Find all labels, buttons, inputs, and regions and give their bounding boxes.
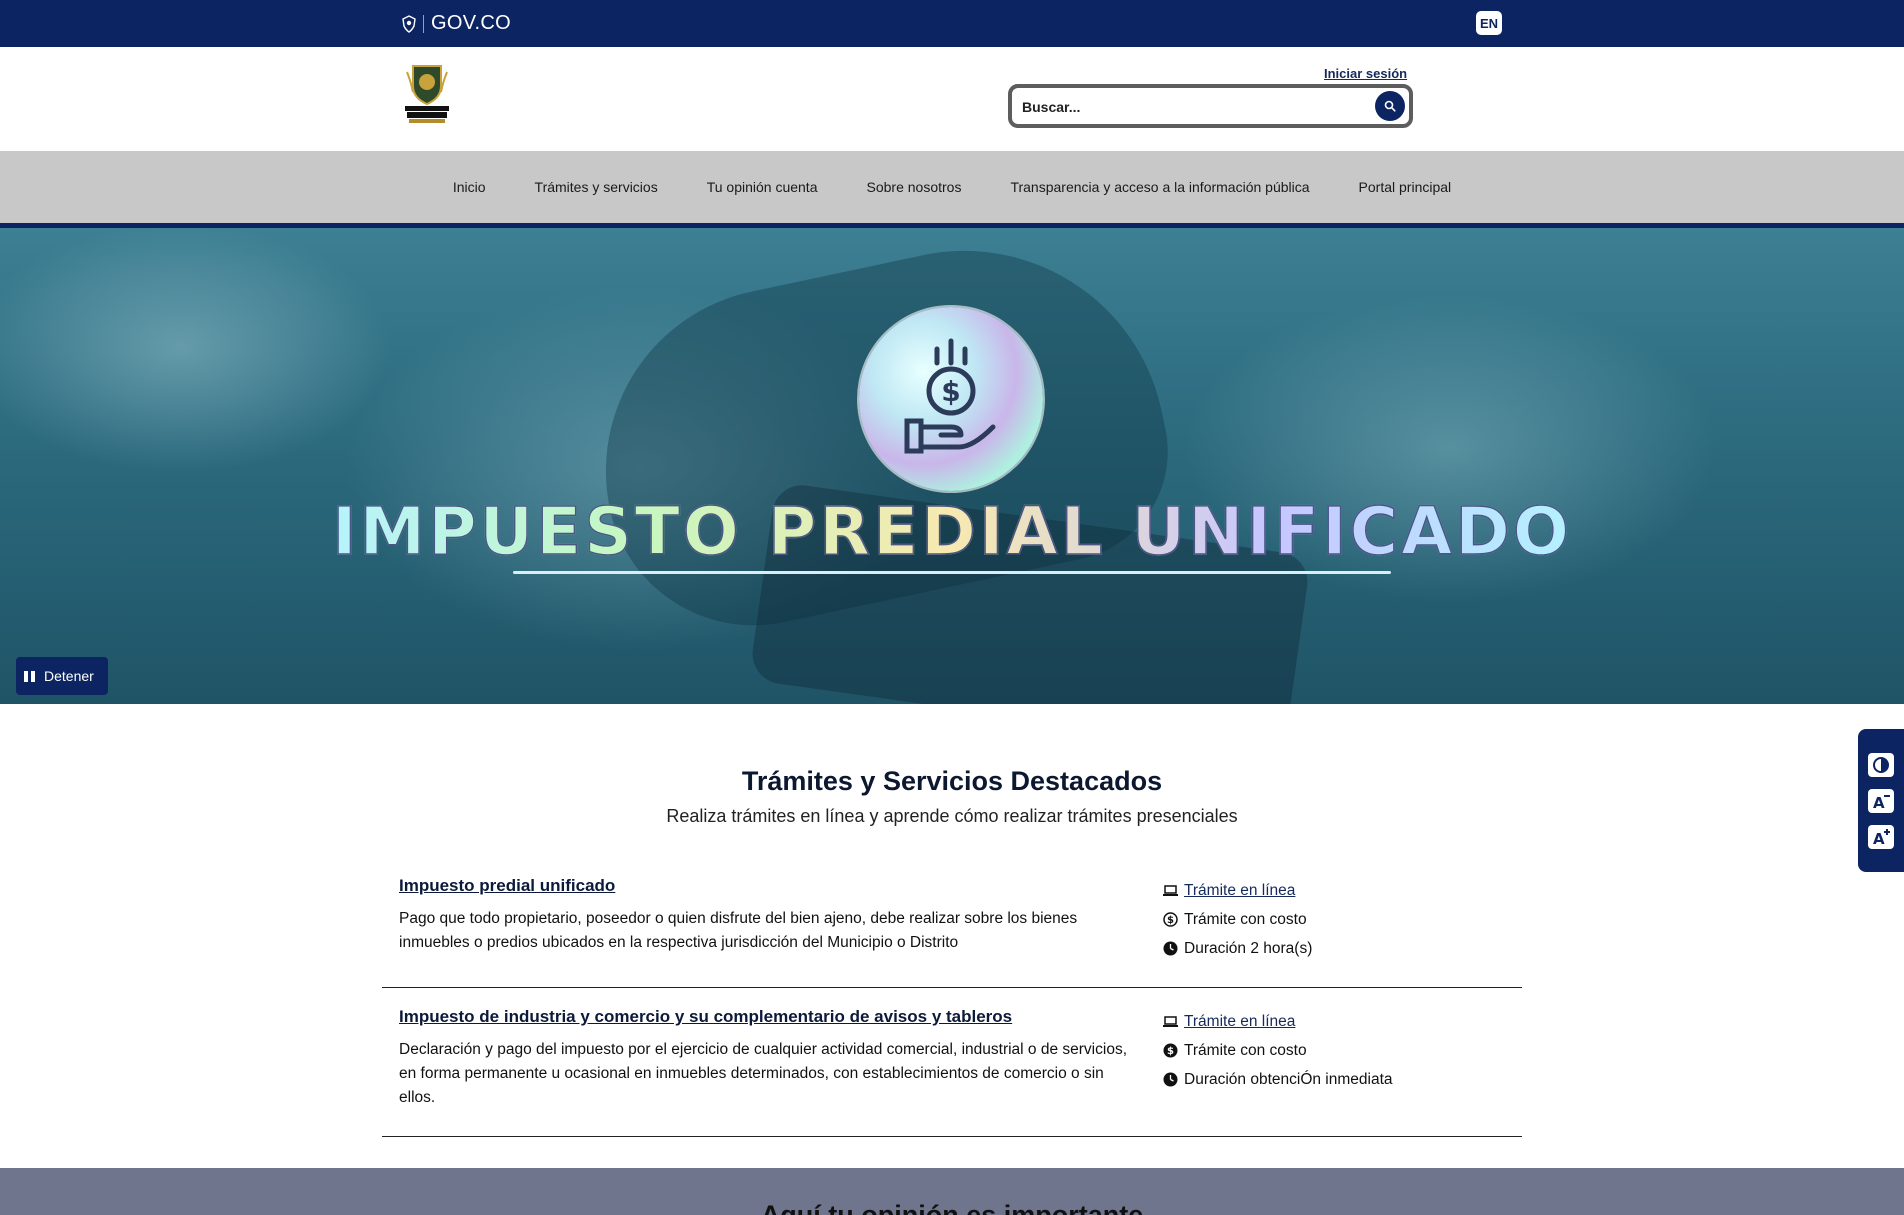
procedure-mode: Trámite en línea xyxy=(1163,1007,1503,1036)
nav-list: Inicio Trámites y servicios Tu opinión c… xyxy=(0,151,1904,223)
cost-label: Trámite con costo xyxy=(1184,1041,1307,1059)
hero-title: IMPUESTO PREDIAL UNIFICADO xyxy=(0,492,1904,571)
procedure-mode: Trámite en línea xyxy=(1163,876,1503,905)
hero-underline xyxy=(513,571,1391,574)
nav-item-transparencia[interactable]: Transparencia y acceso a la información … xyxy=(986,179,1334,195)
procedure-cost: $ Trámite con costo xyxy=(1163,1036,1503,1065)
main-navigation: Inicio Trámites y servicios Tu opinión c… xyxy=(0,151,1904,228)
nav-item-sobre-nosotros[interactable]: Sobre nosotros xyxy=(842,179,986,195)
municipality-crest-logo[interactable] xyxy=(403,62,451,124)
font-increase-icon: A xyxy=(1871,828,1891,846)
procedure-meta: Trámite en línea $ Trámite con costo Dur… xyxy=(1163,876,1503,963)
gov-brand-text: GOV.CO xyxy=(431,12,511,34)
cost-label: Trámite con costo xyxy=(1184,910,1307,928)
money-hand-icon: $ xyxy=(859,307,1043,491)
procedure-title-link[interactable]: Impuesto predial unificado xyxy=(399,876,615,896)
featured-title: Trámites y Servicios Destacados xyxy=(741,766,1163,796)
govco-top-bar: GOV.CO EN xyxy=(0,0,1904,47)
login-link[interactable]: Iniciar sesión xyxy=(1324,66,1407,81)
featured-subtitle: Realiza trámites en línea y aprende cómo… xyxy=(666,806,1238,826)
nav-item-inicio[interactable]: Inicio xyxy=(428,179,510,195)
govco-logo-link[interactable]: GOV.CO xyxy=(402,12,511,35)
contrast-icon xyxy=(1872,756,1890,774)
gov-shield-icon xyxy=(402,14,416,33)
procedure-item: Impuesto de industria y comercio y su co… xyxy=(382,1005,1522,1137)
language-toggle-button[interactable]: EN xyxy=(1476,11,1502,35)
svg-text:$: $ xyxy=(941,375,960,408)
procedure-cost: $ Trámite con costo xyxy=(1163,905,1503,934)
procedure-meta: Trámite en línea $ Trámite con costo Dur… xyxy=(1163,1007,1503,1094)
dollar-circle-icon: $ xyxy=(1163,1043,1178,1058)
search-box xyxy=(1008,84,1413,128)
search-input[interactable] xyxy=(1020,94,1374,120)
duration-label: Duración 2 hora(s) xyxy=(1184,939,1313,957)
procedure-title-link[interactable]: Impuesto de industria y comercio y su co… xyxy=(399,1007,1012,1027)
online-procedure-link[interactable]: Trámite en línea xyxy=(1184,882,1295,900)
opinion-section: Aquí tu opinión es importante xyxy=(0,1168,1904,1215)
procedure-item: Impuesto predial unificado Pago que todo… xyxy=(382,874,1522,988)
nav-item-opinion[interactable]: Tu opinión cuenta xyxy=(682,179,842,195)
procedure-description: Pago que todo propietario, poseedor o qu… xyxy=(399,910,1078,951)
online-procedure-link[interactable]: Trámite en línea xyxy=(1184,1013,1295,1031)
laptop-icon xyxy=(1163,883,1178,898)
nav-item-tramites[interactable]: Trámites y servicios xyxy=(510,179,682,195)
carousel-pause-button[interactable]: Detener xyxy=(16,657,108,695)
hero-banner[interactable]: $ IMPUESTO PREDIAL UNIFICADO Detener xyxy=(0,228,1904,704)
svg-text:A: A xyxy=(1873,794,1885,810)
search-icon xyxy=(1384,100,1396,112)
procedure-description: Declaración y pago del impuesto por el e… xyxy=(399,1041,1128,1106)
duration-label: Duración obtenciÓn inmediata xyxy=(1184,1070,1393,1088)
clock-icon xyxy=(1163,1072,1178,1087)
font-decrease-button[interactable]: A xyxy=(1868,788,1894,813)
procedure-duration: Duración 2 hora(s) xyxy=(1163,934,1503,963)
clock-icon xyxy=(1163,941,1178,956)
nav-item-portal-principal[interactable]: Portal principal xyxy=(1334,179,1476,195)
opinion-title: Aquí tu opinión es importante xyxy=(760,1200,1144,1215)
gov-logo-separator xyxy=(423,14,424,33)
font-decrease-icon: A xyxy=(1871,792,1891,810)
dollar-circle-icon: $ xyxy=(1163,912,1178,927)
site-header: Iniciar sesión xyxy=(0,47,1904,151)
laptop-icon xyxy=(1163,1014,1178,1029)
svg-text:$: $ xyxy=(1167,915,1174,926)
contrast-toggle-button[interactable] xyxy=(1868,752,1894,777)
search-button[interactable] xyxy=(1375,91,1405,121)
pause-label: Detener xyxy=(44,668,94,684)
accessibility-toolbar: A A xyxy=(1858,729,1904,872)
svg-text:$: $ xyxy=(1167,1046,1174,1057)
svg-text:A: A xyxy=(1873,830,1885,846)
font-increase-button[interactable]: A xyxy=(1868,824,1894,849)
pause-icon xyxy=(24,670,35,682)
procedure-duration: Duración obtenciÓn inmediata xyxy=(1163,1065,1503,1094)
